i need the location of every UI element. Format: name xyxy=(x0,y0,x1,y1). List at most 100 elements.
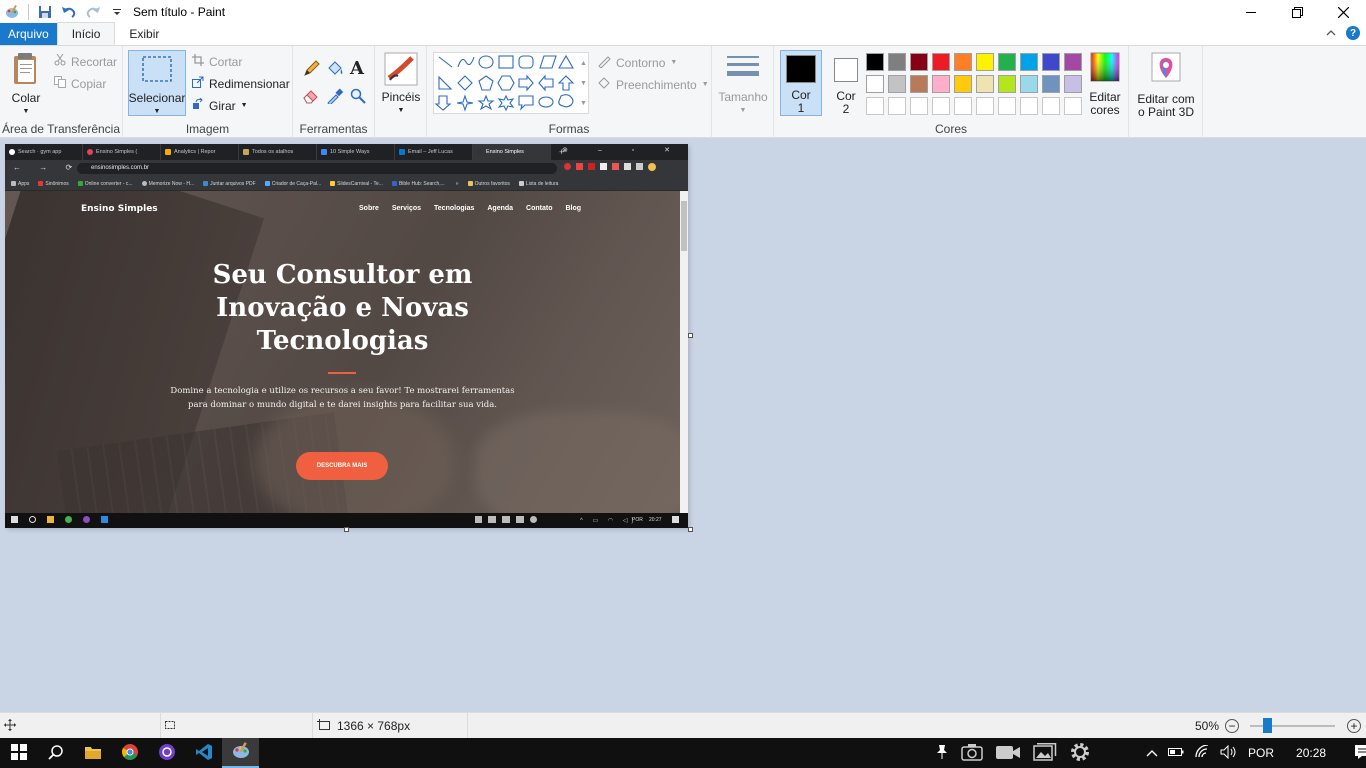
palette-swatch[interactable] xyxy=(1064,53,1082,71)
tab-arquivo[interactable]: Arquivo xyxy=(0,23,57,45)
palette-swatch[interactable] xyxy=(888,53,906,71)
notification-center-icon[interactable] xyxy=(1354,744,1366,763)
taskbar-file-explorer[interactable] xyxy=(74,738,111,768)
language-indicator[interactable]: POR xyxy=(1248,746,1274,760)
select-button[interactable]: Selecionar ▼ xyxy=(128,50,186,116)
resize-label: Redimensionar xyxy=(209,76,290,91)
palette-swatch[interactable] xyxy=(998,53,1016,71)
taskbar-vscode[interactable] xyxy=(185,738,222,768)
battery-icon[interactable] xyxy=(1168,746,1184,760)
outline-button[interactable]: Contorno ▼ xyxy=(597,54,677,71)
inner-tab: Todos os atalhos xyxy=(239,144,317,160)
palette-swatch-empty[interactable] xyxy=(1042,97,1060,115)
brushes-button[interactable]: Pincéis ▼ xyxy=(381,52,421,117)
palette-swatch-empty[interactable] xyxy=(888,97,906,115)
volume-icon[interactable] xyxy=(1220,744,1238,762)
text-icon[interactable]: A xyxy=(350,58,364,79)
color2-button[interactable]: Cor 2 xyxy=(826,50,866,116)
palette-swatch[interactable] xyxy=(910,53,928,71)
save-icon[interactable] xyxy=(37,4,53,20)
canvas-resize-handle-right[interactable] xyxy=(688,333,693,338)
video-record-icon[interactable] xyxy=(995,743,1021,764)
palette-swatch[interactable] xyxy=(910,75,928,93)
palette-swatch[interactable] xyxy=(1042,75,1060,93)
zoom-in-button[interactable]: + xyxy=(1347,719,1361,733)
palette-swatch-empty[interactable] xyxy=(1064,97,1082,115)
customize-toolbar-icon[interactable] xyxy=(109,4,125,20)
tools-group-label: Ferramentas xyxy=(299,122,368,136)
inner-tray-status-icons: ^ ▭ ◠ ◁) xyxy=(580,518,638,524)
clock[interactable]: 20:28 xyxy=(1296,746,1326,760)
search-button[interactable] xyxy=(37,738,74,768)
magnifier-icon[interactable] xyxy=(350,88,366,104)
palette-swatch-empty[interactable] xyxy=(1020,97,1038,115)
edit-colors-button[interactable]: Editar cores xyxy=(1083,52,1127,117)
edit-paint3d-button[interactable]: Editar com o Paint 3D xyxy=(1133,52,1199,119)
fill-icon[interactable] xyxy=(326,60,344,78)
minimize-button[interactable] xyxy=(1228,0,1274,24)
palette-swatch[interactable] xyxy=(866,75,884,93)
color-picker-icon[interactable] xyxy=(326,88,344,104)
zoom-out-button[interactable]: − xyxy=(1225,719,1239,733)
redo-icon[interactable] xyxy=(85,4,101,20)
canvas-resize-handle-corner[interactable] xyxy=(688,527,693,532)
tab-exibir[interactable]: Exibir xyxy=(115,23,173,45)
palette-swatch-empty[interactable] xyxy=(910,97,928,115)
undo-icon[interactable] xyxy=(61,4,77,20)
palette-swatch[interactable] xyxy=(932,75,950,93)
color1-button[interactable]: Cor 1 xyxy=(780,50,822,116)
palette-swatch[interactable] xyxy=(998,75,1016,93)
palette-swatch[interactable] xyxy=(1020,75,1038,93)
crop-button[interactable]: Cortar xyxy=(192,54,242,69)
camera-icon[interactable] xyxy=(961,743,983,764)
palette-swatch[interactable] xyxy=(954,53,972,71)
copy-button[interactable]: Copiar xyxy=(54,76,106,91)
edit-paint3d-label: Editar com o Paint 3D xyxy=(1137,92,1195,119)
chevron-up-icon[interactable] xyxy=(1146,746,1158,760)
palette-swatch[interactable] xyxy=(888,75,906,93)
palette-swatch[interactable] xyxy=(932,53,950,71)
chevron-down-icon: ▼ xyxy=(153,108,161,115)
palette-swatch-empty[interactable] xyxy=(954,97,972,115)
palette-swatch-empty[interactable] xyxy=(976,97,994,115)
rotate-button[interactable]: Girar ▼ xyxy=(192,97,248,113)
gallery-icon[interactable] xyxy=(1033,742,1057,764)
palette-swatch[interactable] xyxy=(976,53,994,71)
palette-swatch[interactable] xyxy=(1020,53,1038,71)
pencil-icon[interactable] xyxy=(302,60,320,78)
zoom-slider-thumb[interactable] xyxy=(1263,718,1272,733)
restore-button[interactable] xyxy=(1274,0,1320,24)
canvas[interactable]: Search · gym app Ensino Simples ( Analyt… xyxy=(5,144,688,528)
palette-swatch-empty[interactable] xyxy=(866,97,884,115)
palette-swatch-empty[interactable] xyxy=(932,97,950,115)
palette-swatch[interactable] xyxy=(1042,53,1060,71)
palette-swatch[interactable] xyxy=(976,75,994,93)
settings-gear-icon[interactable] xyxy=(1069,741,1091,766)
palette-swatch-empty[interactable] xyxy=(998,97,1016,115)
size-button[interactable]: Tamanho ▼ xyxy=(718,54,768,117)
collapse-ribbon-icon[interactable] xyxy=(1326,26,1336,40)
paste-button[interactable]: Colar ▼ xyxy=(6,52,46,118)
start-button[interactable] xyxy=(0,738,37,768)
resize-button[interactable]: Redimensionar xyxy=(192,76,290,91)
shapes-scroll-icon[interactable]: ▲ ▼ ▼ xyxy=(580,54,587,114)
cut-button[interactable]: Recortar xyxy=(54,53,117,69)
pin-icon[interactable] xyxy=(935,744,949,763)
close-button[interactable] xyxy=(1320,0,1366,24)
palette-swatch[interactable] xyxy=(866,53,884,71)
palette-swatch[interactable] xyxy=(1064,75,1082,93)
taskbar-paint[interactable] xyxy=(222,738,259,768)
outline-label: Contorno xyxy=(616,55,666,70)
wifi-icon[interactable] xyxy=(1194,743,1210,762)
palette-swatch[interactable] xyxy=(954,75,972,93)
tab-inicio[interactable]: Início xyxy=(56,22,116,45)
canvas-resize-handle-bottom[interactable] xyxy=(344,527,349,532)
taskbar-github-desktop[interactable] xyxy=(148,738,185,768)
help-icon[interactable]: ? xyxy=(1346,26,1360,40)
shapes-gallery[interactable] xyxy=(433,52,589,114)
fill-shape-button[interactable]: Preenchimento ▼ xyxy=(597,76,709,93)
taskbar-chrome[interactable] xyxy=(111,738,148,768)
inner-window-controls-icon: ⊗ – ▫ ✕ xyxy=(562,147,684,154)
canvas-area[interactable]: Search · gym app Ensino Simples ( Analyt… xyxy=(0,138,1366,712)
eraser-icon[interactable] xyxy=(302,88,320,104)
